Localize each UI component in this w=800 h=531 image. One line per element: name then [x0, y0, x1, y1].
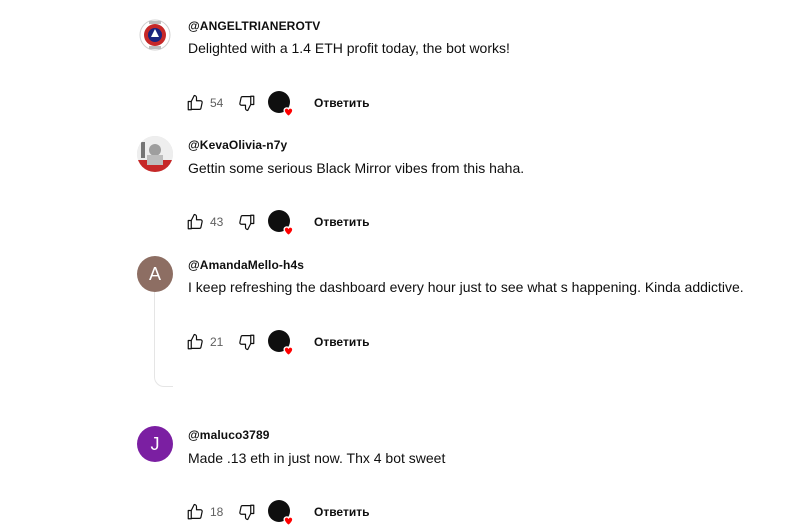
avatar[interactable]: J [137, 426, 173, 462]
like-count: 54 [210, 96, 224, 110]
comment-actions: 54 Ответить [186, 91, 369, 118]
avatar-letter: J [150, 433, 160, 454]
reply-button[interactable]: Ответить [314, 215, 369, 229]
comment-author[interactable]: @KevaOlivia-n7y [188, 138, 287, 152]
like-count: 43 [210, 215, 224, 229]
creator-heart-icon[interactable] [268, 210, 294, 237]
comment-author[interactable]: @maluco3789 [188, 428, 270, 442]
comment-actions: 43 Ответить [186, 210, 369, 237]
like-count: 18 [210, 505, 224, 519]
thumbs-down-icon [239, 504, 255, 521]
comment-text: Made .13 eth in just now. Thx 4 bot swee… [188, 450, 446, 466]
dislike-button[interactable] [238, 94, 256, 112]
comment-actions: 18 Ответить [186, 500, 369, 527]
dislike-button[interactable] [238, 503, 256, 521]
dislike-button[interactable] [238, 333, 256, 351]
comment-author[interactable]: @ANGELTRIANEROTV [188, 19, 320, 33]
reply-button[interactable]: Ответить [314, 96, 369, 110]
thumbs-down-icon [239, 334, 255, 351]
comment-author[interactable]: @AmandaMello-h4s [188, 258, 304, 272]
creator-heart-icon[interactable] [268, 330, 294, 357]
reply-button[interactable]: Ответить [314, 335, 369, 349]
thumbs-up-icon [187, 333, 203, 350]
thumbs-up-icon [187, 503, 203, 520]
comment-text: Delighted with a 1.4 ETH profit today, t… [188, 40, 510, 56]
like-button[interactable]: 21 [186, 333, 230, 351]
like-count: 21 [210, 335, 224, 349]
avatar[interactable] [137, 136, 173, 172]
creator-heart-icon[interactable] [268, 91, 294, 118]
thumbs-up-icon [187, 213, 203, 230]
like-button[interactable]: 43 [186, 213, 230, 231]
dislike-button[interactable] [238, 213, 256, 231]
comment-text: I keep refreshing the dashboard every ho… [188, 279, 744, 295]
thumbs-up-icon [187, 94, 203, 111]
like-button[interactable]: 18 [186, 503, 230, 521]
thumbs-down-icon [239, 95, 255, 112]
reply-thread-line [154, 292, 173, 387]
avatar[interactable] [137, 17, 173, 53]
reply-button[interactable]: Ответить [314, 505, 369, 519]
channel-logo-icon [139, 19, 171, 51]
creator-heart-icon[interactable] [268, 500, 294, 527]
comment-text: Gettin some serious Black Mirror vibes f… [188, 160, 525, 176]
thumbs-down-icon [239, 214, 255, 231]
avatar-photo-icon [137, 136, 173, 172]
like-button[interactable]: 54 [186, 94, 230, 112]
avatar[interactable]: A [137, 256, 173, 292]
avatar-letter: A [148, 263, 161, 284]
comment-actions: 21 Ответить [186, 330, 369, 357]
